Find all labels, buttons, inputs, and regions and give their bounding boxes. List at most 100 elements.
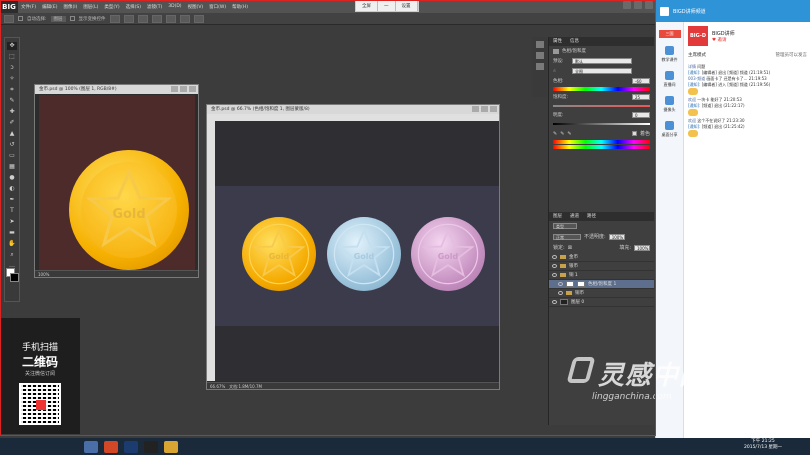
- auto-select-checkbox[interactable]: [18, 16, 23, 21]
- layer-row[interactable]: 金币: [549, 253, 654, 262]
- yy-nav-item-camera[interactable]: 摄像头: [659, 96, 681, 113]
- menu-3d[interactable]: 3D(D): [165, 4, 184, 10]
- channel-select[interactable]: 全图: [572, 68, 632, 74]
- light-slider[interactable]: [553, 123, 650, 125]
- zoom-tool-icon[interactable]: ⌕: [7, 251, 17, 259]
- eye-icon[interactable]: [558, 291, 563, 295]
- path-select-icon[interactable]: ➤: [7, 218, 17, 226]
- move-tool-icon[interactable]: [4, 14, 14, 23]
- yy-nav-item-desktop[interactable]: 桌面分享: [659, 121, 681, 138]
- align-icon[interactable]: [137, 14, 148, 23]
- menu-window[interactable]: 窗口(W): [206, 4, 229, 10]
- fill-value[interactable]: 100%: [634, 244, 650, 251]
- menu-edit[interactable]: 编辑(E): [39, 4, 60, 10]
- yy-nav-item-courseware[interactable]: 教学课件: [659, 46, 681, 63]
- menu-filter[interactable]: 滤镜(T): [144, 4, 165, 10]
- layer-row[interactable]: 铜 1: [549, 271, 654, 280]
- taskbar-app-icon[interactable]: [84, 440, 98, 453]
- light-value[interactable]: 0: [632, 112, 650, 118]
- eyedropper-minus-icon[interactable]: ✎: [567, 131, 571, 137]
- tab-info[interactable]: 信息: [570, 37, 579, 46]
- doc2-canvas[interactable]: Gold Gold Gold: [215, 121, 499, 381]
- close-icon[interactable]: [490, 106, 497, 112]
- hand-tool-icon[interactable]: ✋: [7, 240, 17, 248]
- actions-panel-icon[interactable]: [535, 52, 544, 59]
- gradient-icon[interactable]: ▦: [7, 163, 17, 171]
- history-panel-icon[interactable]: [535, 41, 544, 48]
- channel-hand-icon[interactable]: ☝: [553, 69, 569, 74]
- minimize-icon[interactable]: [171, 86, 178, 92]
- layer-kind-select[interactable]: 类型: [553, 223, 577, 229]
- tab-fullscreen[interactable]: 全屏: [356, 1, 378, 11]
- taskbar-qq-icon[interactable]: [144, 440, 158, 453]
- eraser-icon[interactable]: ▭: [7, 152, 17, 160]
- brush-panel-icon[interactable]: [535, 63, 544, 70]
- brush-icon[interactable]: ✐: [7, 119, 17, 127]
- taskbar-yy-icon[interactable]: [164, 440, 178, 453]
- move-tool-icon[interactable]: ✥: [7, 42, 17, 50]
- blend-mode-select[interactable]: 正常: [553, 233, 581, 240]
- ruler-vertical[interactable]: [207, 121, 215, 381]
- menu-select[interactable]: 选择(S): [123, 4, 144, 10]
- tab-layers[interactable]: 图层: [553, 212, 562, 221]
- auto-select-value[interactable]: 图层: [50, 15, 66, 22]
- close-icon[interactable]: [189, 86, 196, 92]
- blur-icon[interactable]: ●: [7, 174, 17, 182]
- close-icon[interactable]: [645, 1, 653, 9]
- ruler-horizontal[interactable]: [207, 114, 499, 121]
- taskbar-clock[interactable]: 下午 21:25 2015/7/13 星期一: [744, 439, 782, 451]
- maximize-icon[interactable]: [481, 106, 488, 112]
- shape-tool-icon[interactable]: ▬: [7, 229, 17, 237]
- transform-checkbox[interactable]: [69, 16, 75, 21]
- tab-channels[interactable]: 通道: [570, 212, 579, 221]
- eye-icon[interactable]: [552, 273, 557, 277]
- crop-tool-icon[interactable]: ⌗: [7, 86, 17, 94]
- type-tool-icon[interactable]: T: [7, 207, 17, 215]
- menu-view[interactable]: 视图(V): [185, 4, 207, 10]
- lock-icon[interactable]: ⊠: [568, 245, 572, 251]
- minimize-icon[interactable]: [472, 106, 479, 112]
- opacity-value[interactable]: 100%: [608, 233, 625, 240]
- sat-value[interactable]: 25: [632, 94, 650, 100]
- healing-icon[interactable]: ✚: [7, 108, 17, 116]
- magic-wand-icon[interactable]: ✧: [7, 75, 17, 83]
- stamp-icon[interactable]: ▲: [7, 130, 17, 138]
- eyedropper-icon[interactable]: ✎: [553, 131, 557, 137]
- doc1-title[interactable]: 金币.psd @ 100% (图层 1, RGB/8#): [35, 85, 198, 94]
- pen-tool-icon[interactable]: ✒: [7, 196, 17, 204]
- invite-button[interactable]: ♥ 邀请: [712, 37, 735, 43]
- menu-type[interactable]: 类型(Y): [101, 4, 122, 10]
- layer-row-selected[interactable]: 色相/饱和度 1: [549, 280, 654, 289]
- preset-select[interactable]: 默认: [572, 58, 632, 64]
- menu-layer[interactable]: 图层(L): [80, 4, 101, 10]
- align-icon[interactable]: [109, 14, 120, 23]
- distribute-icon[interactable]: [193, 14, 204, 23]
- sat-slider[interactable]: [553, 105, 650, 107]
- eyedropper-plus-icon[interactable]: ✎: [560, 131, 564, 137]
- align-icon[interactable]: [123, 14, 134, 23]
- minimize-icon[interactable]: [623, 1, 631, 9]
- layer-row[interactable]: 银币: [549, 262, 654, 271]
- tab-paths[interactable]: 路径: [587, 212, 596, 221]
- distribute-icon[interactable]: [165, 14, 176, 23]
- eye-icon[interactable]: [558, 282, 563, 286]
- colorize-checkbox[interactable]: [631, 131, 637, 136]
- maximize-icon[interactable]: [180, 86, 187, 92]
- align-icon[interactable]: [151, 14, 162, 23]
- tab-middle[interactable]: 一: [378, 1, 396, 11]
- home-icon[interactable]: [660, 6, 669, 16]
- doc2-title[interactable]: 金币.psd @ 66.7% (色相/饱和度 1, 图层蒙版/8): [207, 105, 499, 114]
- tab-properties[interactable]: 属性: [553, 37, 562, 46]
- menu-file[interactable]: 文件(F): [18, 4, 39, 10]
- eyedropper-icon[interactable]: ✎: [7, 97, 17, 105]
- dodge-icon[interactable]: ◐: [7, 185, 17, 193]
- eye-icon[interactable]: [552, 300, 557, 304]
- lasso-tool-icon[interactable]: ↄ: [7, 64, 17, 72]
- hue-slider[interactable]: [553, 87, 650, 91]
- eye-icon[interactable]: [552, 255, 557, 259]
- yy-nav-item-0[interactable]: 三国: [658, 30, 681, 38]
- menu-help[interactable]: 帮助(H): [229, 4, 251, 10]
- tab-settings[interactable]: 设置: [396, 1, 418, 11]
- eye-icon[interactable]: [552, 264, 557, 268]
- taskbar-powerpoint-icon[interactable]: [104, 440, 118, 453]
